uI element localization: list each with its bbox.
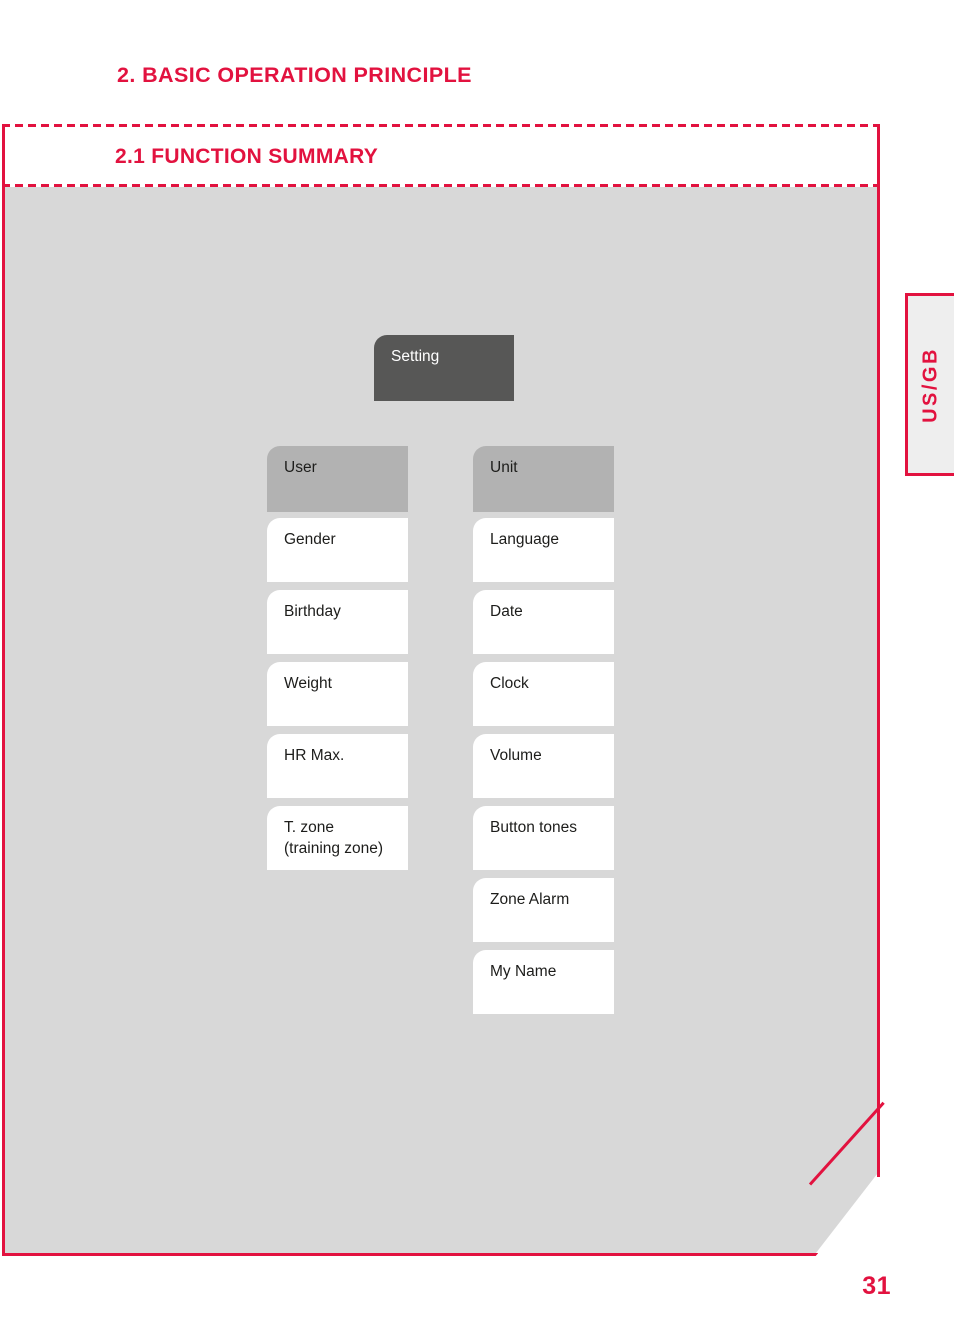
flow-box-label: Volume [490, 747, 542, 764]
flow-box-item-weight: Weight [267, 662, 408, 726]
page-number: 31 [862, 1272, 891, 1300]
function-summary-diagram: Setting User Gender Birthday Weight HR Max. T.… [5, 187, 877, 1253]
flow-box-label: Date [490, 603, 523, 620]
flow-box-item-date: Date [473, 590, 614, 654]
flow-box-label: (training zone) [284, 840, 384, 857]
flow-box-item-hr-max: HR Max. [267, 734, 408, 798]
flow-box-item-gender: Gender [267, 518, 408, 582]
section-title: 2.1 FUNCTION SUMMARY [115, 145, 379, 168]
flow-box-item-button-tones: Button tones [473, 806, 614, 870]
flow-box-label: Clock [490, 675, 529, 692]
side-index-tab-label: US/GB [919, 346, 942, 423]
flow-box-label: User [284, 459, 317, 476]
flow-box-item-my-name: My Name [473, 950, 614, 1014]
flow-box-label: Button tones [490, 819, 578, 836]
flow-box-item-clock: Clock [473, 662, 614, 726]
content-frame: 2.1 FUNCTION SUMMARY Setting User Gender Bi… [2, 124, 885, 1258]
flow-box-label: Language [490, 531, 559, 548]
flow-box-label: Setting [391, 348, 440, 365]
frame-border-left [2, 124, 5, 1256]
flow-box-label: Zone Alarm [490, 891, 570, 908]
flow-box-item-volume: Volume [473, 734, 614, 798]
flow-box-label: Birthday [284, 603, 341, 620]
flow-box-item-language: Language [473, 518, 614, 582]
frame-border-right [877, 124, 880, 1177]
flow-box-label: Weight [284, 675, 332, 692]
frame-border-bottom [2, 1253, 818, 1256]
flow-box-root-setting: Setting [374, 335, 514, 401]
flow-box-header-user: User [267, 446, 408, 512]
flow-box-header-unit: Unit [473, 446, 614, 512]
flow-box-label: My Name [490, 963, 557, 980]
flow-box-item-zone-alarm: Zone Alarm [473, 878, 614, 942]
side-index-tab[interactable]: US/GB [905, 293, 954, 476]
page-corner-cut [808, 1101, 885, 1259]
flow-box-label: Unit [490, 459, 518, 476]
section-header-band: 2.1 FUNCTION SUMMARY [5, 127, 877, 184]
flow-box-label: T. zone [284, 819, 334, 836]
chapter-title: 2. BASIC OPERATION PRINCIPLE [117, 63, 472, 87]
flow-box-item-t-zone: T. zone (training zone) [267, 806, 408, 870]
flow-box-label: HR Max. [284, 747, 345, 764]
flow-box-item-birthday: Birthday [267, 590, 408, 654]
section-divider [2, 184, 880, 187]
flow-box-label: Gender [284, 531, 336, 548]
